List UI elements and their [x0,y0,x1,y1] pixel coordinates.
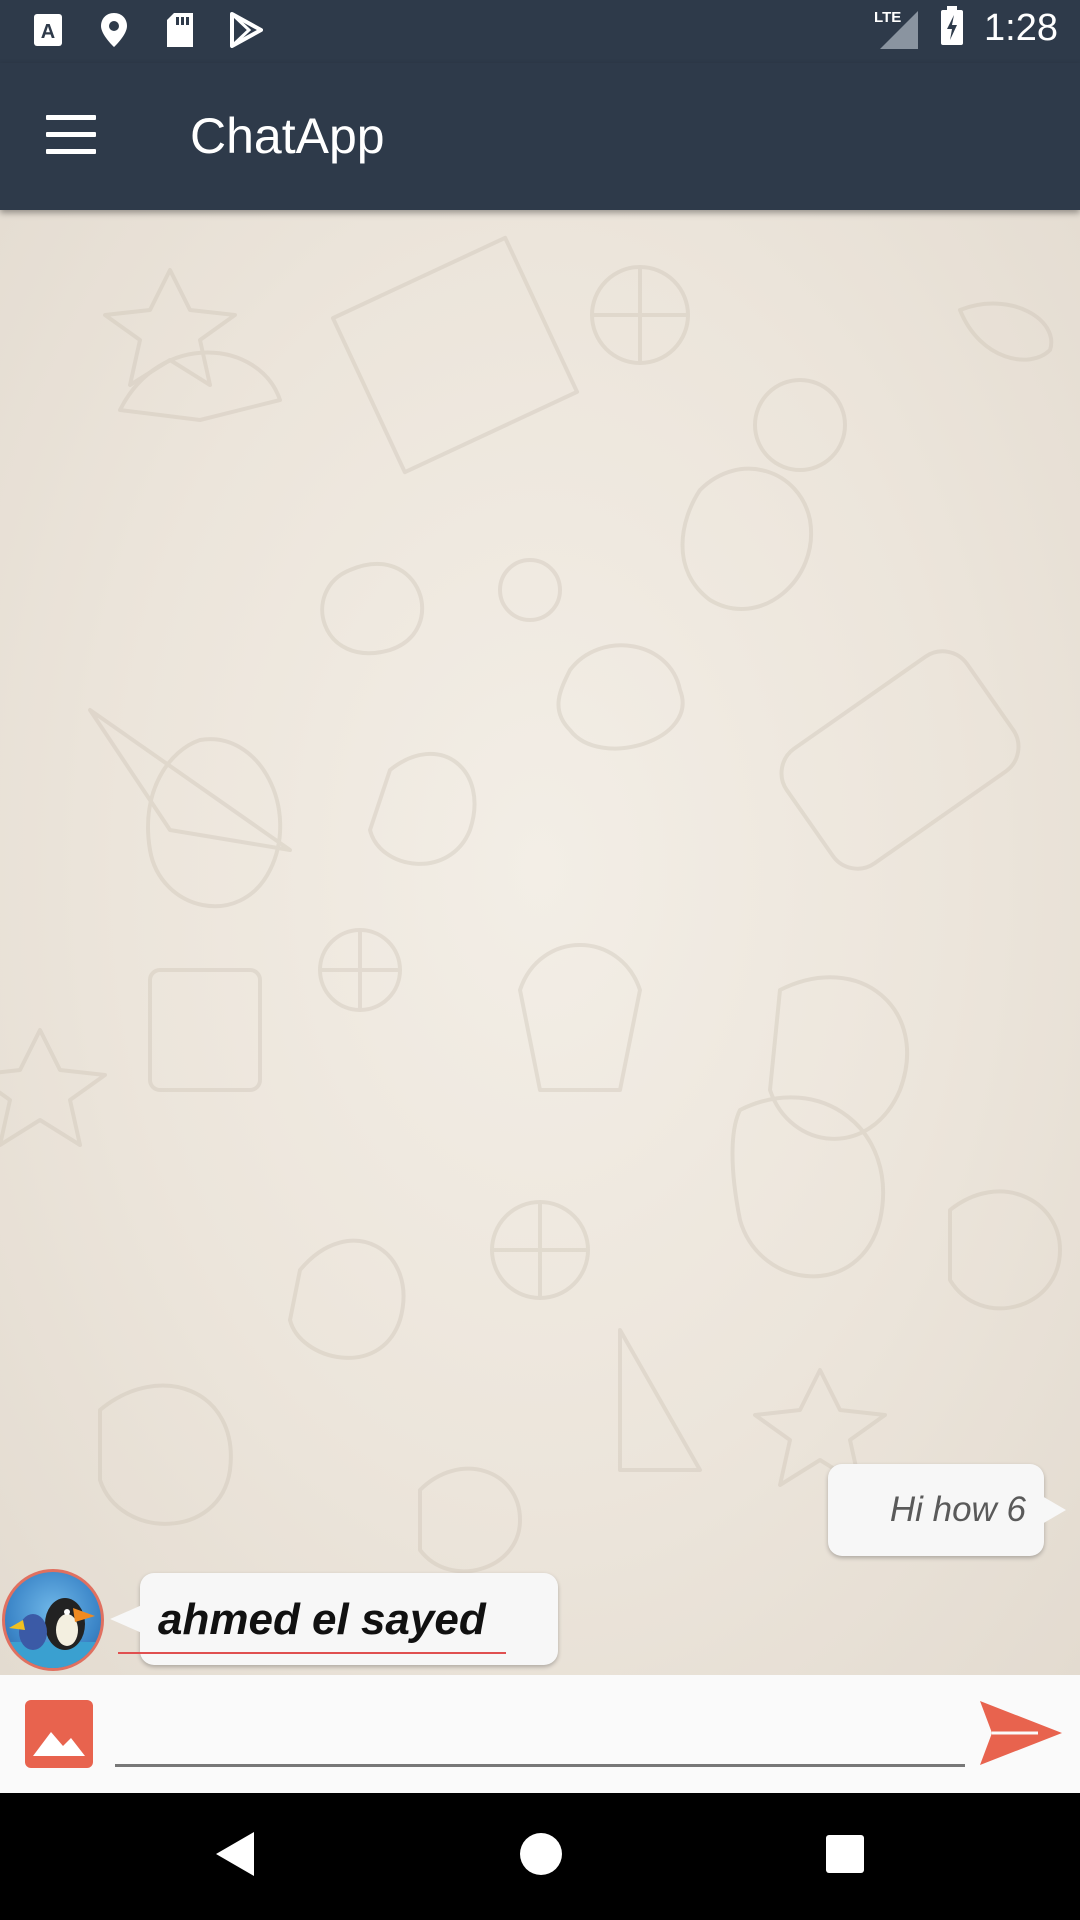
back-button[interactable] [212,1829,258,1884]
navigation-bar [0,1793,1080,1920]
spellcheck-underline [118,1652,506,1654]
status-icons-left: A [30,10,264,50]
battery-charging-icon [940,6,964,51]
network-label: LTE [874,8,902,26]
received-message-bubble[interactable]: ahmed el sayed [110,1573,558,1665]
bird-avatar[interactable] [2,1569,104,1671]
status-time: 1:28 [984,7,1058,49]
message-input[interactable] [115,1695,965,1767]
home-button[interactable] [518,1829,564,1884]
input-bar [0,1675,1080,1793]
back-icon [216,1832,254,1876]
screen: A LTE 1:28 ChatApp Hi how 6 ahmed el say… [0,0,1080,1920]
app-title: ChatApp [190,108,385,164]
send-button[interactable] [978,1697,1064,1769]
font-icon: A [30,10,66,50]
sent-message-bubble[interactable]: Hi how 6 [828,1464,1066,1556]
signal-icon: LTE [872,7,920,51]
doodle-background [0,235,1062,1574]
attach-image-button[interactable] [25,1700,93,1768]
app-bar: ChatApp [0,63,1080,210]
sent-message-text: Hi how 6 [889,1490,1026,1529]
status-bar: A LTE 1:28 [0,0,1080,63]
svg-text:A: A [41,21,55,43]
status-right: LTE 1:28 [872,6,1058,51]
chat-area[interactable]: Hi how 6 ahmed el sayed [0,210,1080,1675]
received-message-text: ahmed el sayed [158,1595,486,1644]
send-icon [980,1701,1062,1765]
play-store-icon [228,10,264,50]
recents-button[interactable] [822,1829,868,1884]
image-icon [33,1732,85,1756]
hamburger-icon [46,115,96,120]
sd-card-icon [162,10,198,50]
recents-icon [826,1835,864,1873]
home-icon [520,1833,562,1875]
menu-button[interactable] [46,115,98,155]
location-icon [96,10,132,50]
